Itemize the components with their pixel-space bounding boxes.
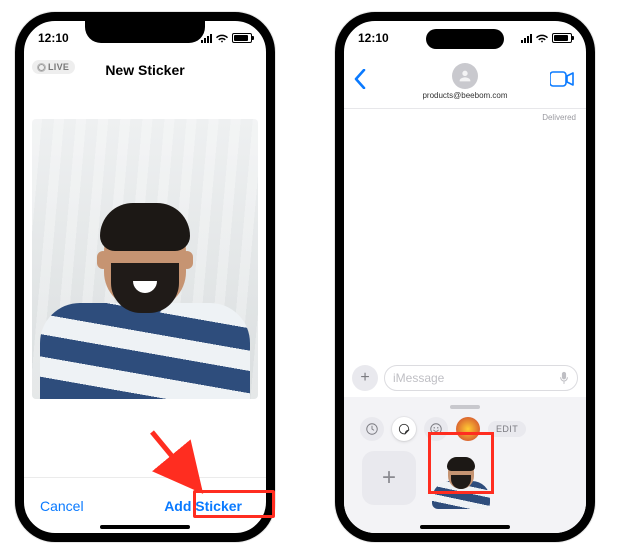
dynamic-island — [426, 29, 504, 49]
delivered-label: Delivered — [344, 109, 586, 122]
contact-info[interactable]: products@beebom.com — [422, 63, 507, 100]
notch — [85, 21, 205, 43]
sticker-preview — [32, 119, 258, 399]
cancel-button[interactable]: Cancel — [40, 498, 84, 514]
status-time: 12:10 — [38, 31, 69, 45]
battery-icon — [552, 33, 572, 43]
home-indicator[interactable] — [100, 525, 190, 529]
sticker-peel-icon — [397, 422, 411, 436]
conversation-body[interactable] — [344, 122, 586, 359]
facetime-button[interactable] — [550, 71, 574, 92]
phone-new-sticker: 12:10 LIVE New Sticker — [15, 12, 275, 542]
wifi-icon — [536, 34, 548, 43]
contact-name: products@beebom.com — [422, 91, 507, 100]
status-time: 12:10 — [358, 31, 389, 45]
cellular-icon — [521, 34, 532, 43]
avatar — [452, 63, 478, 89]
apps-plus-button[interactable]: + — [352, 365, 378, 391]
live-icon — [38, 64, 45, 71]
drawer-grabber[interactable] — [450, 405, 480, 409]
person-portrait — [40, 189, 250, 399]
message-input[interactable]: iMessage — [384, 365, 578, 391]
person-icon — [457, 68, 473, 84]
compose-bar: + iMessage — [344, 359, 586, 397]
add-sticker-tile[interactable]: + — [362, 451, 416, 505]
back-button[interactable] — [354, 69, 366, 95]
sheet-header: LIVE New Sticker — [24, 55, 266, 85]
wifi-icon — [216, 34, 228, 43]
annotation-box-add-sticker — [193, 490, 275, 518]
home-indicator[interactable] — [420, 525, 510, 529]
sheet-title: New Sticker — [105, 62, 184, 78]
live-badge: LIVE — [32, 60, 75, 74]
battery-icon — [232, 33, 252, 43]
annotation-box-sticker — [428, 432, 494, 494]
conversation-header: products@beebom.com — [344, 55, 586, 109]
live-label: LIVE — [48, 62, 69, 72]
clock-icon — [365, 422, 379, 436]
recents-tab[interactable] — [360, 417, 384, 441]
stickers-tab[interactable] — [392, 417, 416, 441]
dictate-icon[interactable] — [559, 371, 569, 386]
message-placeholder: iMessage — [393, 371, 444, 385]
